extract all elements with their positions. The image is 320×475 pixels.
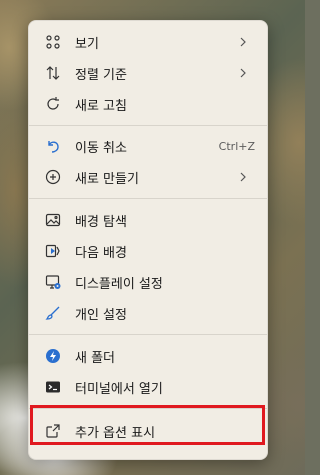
menu-separator <box>29 198 267 199</box>
menu-item-undo-move[interactable]: 이동 취소 Ctrl+Z <box>33 131 263 161</box>
keyboard-shortcut: Ctrl+Z <box>218 139 255 153</box>
menu-item-new[interactable]: 새로 만들기 <box>33 162 263 192</box>
menu-item-label: 다음 배경 <box>75 245 127 261</box>
menu-item-label: 새 폴더 <box>75 350 116 366</box>
show-more-options-icon <box>43 421 63 441</box>
grid-view-icon <box>43 32 63 52</box>
menu-item-label: 터미널에서 열기 <box>75 381 163 397</box>
menu-item-open-in-terminal[interactable]: 터미널에서 열기 <box>33 372 263 402</box>
menu-item-label: 개인 설정 <box>75 307 127 323</box>
menu-item-label: 이동 취소 <box>75 140 127 156</box>
terminal-icon <box>43 377 63 397</box>
menu-item-label: 새로 고침 <box>75 98 127 114</box>
menu-item-sort-by[interactable]: 정렬 기준 <box>33 58 263 88</box>
menu-separator <box>29 334 267 335</box>
menu-separator <box>29 125 267 126</box>
menu-item-refresh[interactable]: 새로 고침 <box>33 89 263 119</box>
menu-item-label: 보기 <box>75 36 99 52</box>
add-circle-icon <box>43 167 63 187</box>
desktop-context-menu: 보기 정렬 기준 새로 고침 이동 취소 Ctrl+Z 새로 만들기 배경 탐색… <box>28 20 268 460</box>
menu-item-label: 배경 탐색 <box>75 214 127 230</box>
chevron-right-icon <box>235 65 251 81</box>
menu-item-label: 새로 만들기 <box>75 171 139 187</box>
menu-item-personalize[interactable]: 개인 설정 <box>33 298 263 328</box>
menu-item-label: 디스플레이 설정 <box>75 276 163 292</box>
menu-item-next-background[interactable]: 다음 배경 <box>33 236 263 266</box>
menu-item-new-folder[interactable]: 새 폴더 <box>33 341 263 371</box>
menu-item-label: 추가 옵션 표시 <box>75 425 156 441</box>
menu-item-show-more-options[interactable]: 추가 옵션 표시 <box>33 416 263 446</box>
undo-icon <box>43 136 63 156</box>
chevron-right-icon <box>235 169 251 185</box>
menu-item-label: 정렬 기준 <box>75 67 127 83</box>
sort-arrows-icon <box>43 63 63 83</box>
next-background-icon <box>43 241 63 261</box>
display-settings-icon <box>43 272 63 292</box>
menu-item-display-settings[interactable]: 디스플레이 설정 <box>33 267 263 297</box>
refresh-icon <box>43 94 63 114</box>
menu-item-view[interactable]: 보기 <box>33 27 263 57</box>
menu-item-explore-background[interactable]: 배경 탐색 <box>33 205 263 235</box>
chevron-right-icon <box>235 34 251 50</box>
new-folder-icon <box>43 346 63 366</box>
image-icon <box>43 210 63 230</box>
brush-icon <box>43 303 63 323</box>
menu-separator <box>29 408 267 409</box>
